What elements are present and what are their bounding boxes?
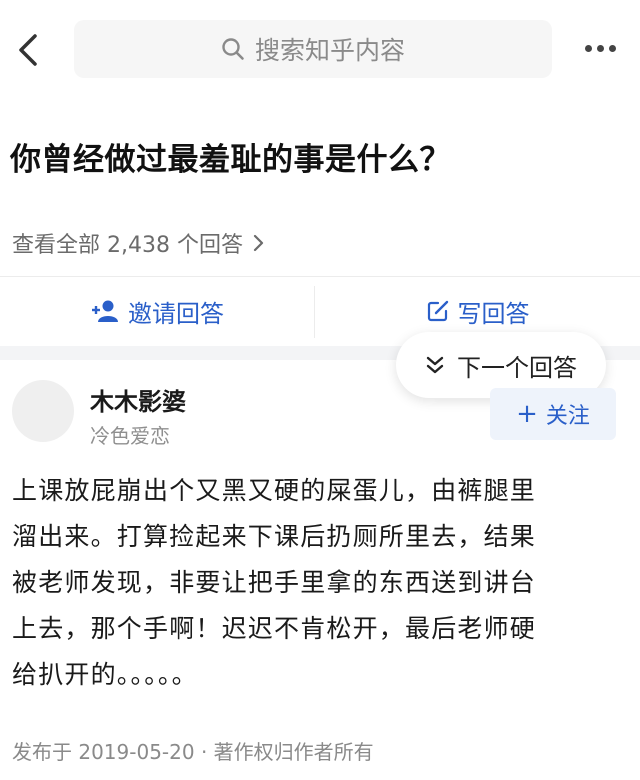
chevrons-down-icon (425, 355, 445, 375)
more-horizontal-icon[interactable] (585, 36, 616, 60)
chevron-left-icon (19, 34, 37, 66)
author-bio: 冷色爱恋 (90, 424, 170, 448)
view-all-label: 查看全部 2,438 个回答 (12, 233, 243, 258)
add-user-icon (90, 299, 120, 323)
invite-answer-label: 邀请回答 (128, 299, 224, 328)
top-bar: 搜索知乎内容 (0, 0, 640, 100)
divider (314, 286, 315, 338)
follow-label: 关注 (545, 404, 590, 429)
author-name[interactable]: 木木影婆 (90, 382, 186, 417)
zhihu-question-page: 搜索知乎内容 你曾经做过最羞耻的事是什么？ 查看全部 2,438 个回答 邀请回… (0, 0, 640, 780)
question-title: 你曾经做过最羞耻的事是什么？ (10, 142, 451, 178)
answer-line: 被老师发现，非要让把手里拿的东西送到讲台 (12, 568, 537, 597)
search-input[interactable]: 搜索知乎内容 (74, 20, 552, 78)
publish-meta: 发布于 2019-05-20 · 著作权归作者所有 (12, 740, 374, 764)
answer-line: 溜出来。打算捡起来下课后扔厕所里去，结果 (12, 522, 537, 551)
answer-line: 上课放屁崩出个又黑又硬的屎蛋儿，由裤腿里 (12, 476, 537, 505)
avatar[interactable] (12, 380, 74, 442)
edit-icon (426, 299, 450, 323)
search-placeholder: 搜索知乎内容 (254, 36, 405, 65)
invite-answer-button[interactable]: 邀请回答 (0, 276, 314, 346)
plus-icon: + (516, 399, 538, 429)
answer-line: 上去，那个手啊！迟迟不肯松开，最后老师硬 (12, 614, 537, 643)
write-answer-label: 写回答 (457, 299, 530, 328)
search-icon (221, 37, 245, 61)
back-button[interactable] (10, 28, 46, 72)
answer-content: 上课放屁崩出个又黑又硬的屎蛋儿，由裤腿里 溜出来。打算捡起来下课后扔厕所里去，结… (12, 468, 630, 698)
chevron-right-icon (253, 234, 265, 252)
answer-line: 给扒开的。。。。。 (12, 660, 198, 689)
view-all-answers-link[interactable]: 查看全部 2,438 个回答 (12, 227, 265, 259)
follow-button[interactable]: + 关注 (490, 388, 616, 440)
next-answer-label: 下一个回答 (457, 353, 577, 382)
